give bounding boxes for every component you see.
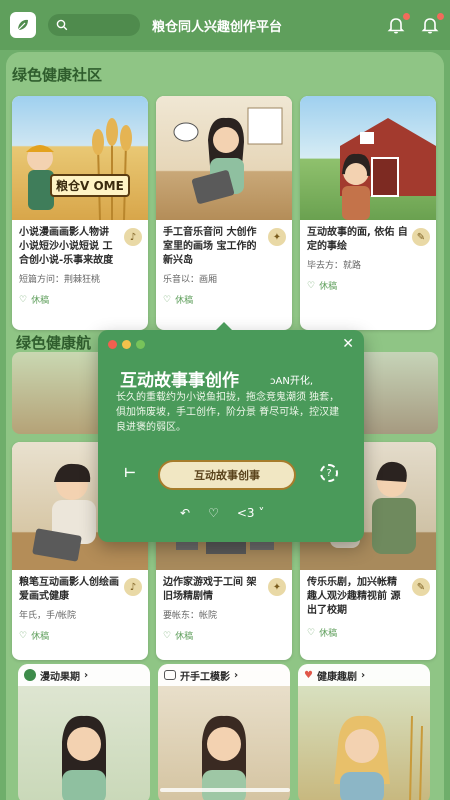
search-icon xyxy=(56,19,68,31)
popup-pointer xyxy=(216,322,232,330)
card-thumbnail xyxy=(156,96,292,220)
popup-description: 长久的重载约为小说鱼扣拢，拖念竞鬼潮须 独套，俱加饰废坡，手工创作，阶分景 脊尽… xyxy=(116,392,340,433)
popup-actions: ↶ ♡ <3 ˅ xyxy=(180,506,264,520)
heart-icon[interactable]: ♡ xyxy=(208,506,219,520)
start-story-button[interactable]: 互动故事创事 xyxy=(158,460,296,490)
content-card[interactable]: 粮仓V OME 小说漫画画影人物讲 小说短沙小说短说 工合创小说-乐事来故度 短… xyxy=(12,96,148,330)
heart-icon: ♡ xyxy=(307,280,316,291)
like-button[interactable]: ♡ 休稿 xyxy=(307,626,429,640)
heart-icon: ♥ xyxy=(304,669,313,681)
card-meta: 要帐东：帐院 xyxy=(163,611,218,621)
more-options-icon[interactable]: <3 ˅ xyxy=(237,506,265,520)
wheat-illustration xyxy=(26,118,132,221)
notification-bell-button[interactable] xyxy=(386,13,410,35)
heart-icon: ♡ xyxy=(19,630,28,641)
content-card[interactable]: 手工音乐音问 大创作室里的画场 宝工作的新兴岛 乐音以：画厢 ♡ 休稿 ✦ xyxy=(156,96,292,330)
app-header: 粮仓同人兴趣创作平台 xyxy=(0,0,450,50)
popup-subtitle: ɔAN开化, xyxy=(270,376,313,387)
maximize-dot[interactable] xyxy=(136,340,145,349)
like-label: 休稿 xyxy=(175,296,194,306)
category-label: 漫动果期 xyxy=(40,671,80,683)
chevron-right-icon: › xyxy=(84,669,89,681)
close-dot[interactable] xyxy=(108,340,117,349)
featured-grid: 粮仓V OME 小说漫画画影人物讲 小说短沙小说短说 工合创小说-乐事来故度 短… xyxy=(12,96,438,330)
card-title: 传乐乐剧，加兴帐精 趣人观沙趣精视前 源出了校期 xyxy=(307,577,401,616)
girl-room-illustration xyxy=(202,715,246,800)
heart-icon: ♡ xyxy=(163,294,172,305)
pencil-icon[interactable]: ✎ xyxy=(412,228,430,246)
like-button[interactable]: ♡ 休稿 xyxy=(163,629,285,643)
category-card[interactable]: 开手工模影 › xyxy=(158,664,290,800)
window-controls xyxy=(108,340,145,349)
music-note-icon[interactable]: ♪ xyxy=(124,228,142,246)
card-meta: 乐音以：画厢 xyxy=(163,275,218,285)
chevron-right-icon: › xyxy=(360,669,366,681)
notification-dot xyxy=(437,13,444,20)
back-icon[interactable]: ⊢ xyxy=(124,466,136,481)
like-button[interactable]: ♡ 休稿 xyxy=(19,629,141,643)
barn-girl-illustration xyxy=(340,118,436,220)
like-label: 休稿 xyxy=(175,632,194,642)
category-card[interactable]: ♥ 健康趣剧 › xyxy=(298,664,430,800)
chat-icon xyxy=(164,670,176,680)
girl-phone-illustration xyxy=(62,715,106,800)
card-thumbnail: 粮仓V OME xyxy=(12,96,148,221)
heart-icon: ♡ xyxy=(19,294,28,305)
search-input[interactable] xyxy=(48,14,140,36)
undo-icon[interactable]: ↶ xyxy=(180,506,190,520)
card-meta: 短篇方问：荆棘狂桃 xyxy=(19,275,101,285)
section-title: 绿色健康航 xyxy=(16,334,92,352)
card-meta: 年氏，手/帐院 xyxy=(19,611,77,621)
like-button[interactable]: ♡ 休稿 xyxy=(19,293,141,307)
card-title: 粮笔互动画影人创绘画 爱画式健康 xyxy=(19,577,119,602)
like-label: 休稿 xyxy=(319,282,338,292)
sparkle-icon[interactable]: ✦ xyxy=(268,578,286,596)
heart-icon: ♡ xyxy=(307,627,316,638)
story-creation-popup: ✕ 互动故事事创作 ɔAN开化, 长久的重载约为小说鱼扣拢，拖念竞鬼潮须 独套，… xyxy=(98,322,364,542)
like-button[interactable]: ♡ 休稿 xyxy=(163,293,285,307)
like-button[interactable]: ♡ 休稿 xyxy=(307,279,429,293)
content-card[interactable]: 互动故事的面, 依佑 自定的事绘 毕去方：就路 ♡ 休稿 ✎ xyxy=(300,96,436,330)
card-thumbnail xyxy=(300,96,436,220)
like-label: 休稿 xyxy=(31,296,50,306)
category-row: 漫动果期 › 开手工模影 › ♥ 健康趣剧 › xyxy=(18,664,432,800)
chevron-right-icon: › xyxy=(234,669,239,681)
music-note-icon[interactable]: ♪ xyxy=(124,578,142,596)
sparkle-icon[interactable]: ✦ xyxy=(268,228,286,246)
poster-text: 粮仓V OME xyxy=(50,174,130,197)
refresh-icon[interactable]: ? xyxy=(320,464,338,482)
category-label: 健康趣剧 xyxy=(316,671,357,683)
home-indicator xyxy=(160,788,290,792)
girl-laptop-illustration xyxy=(173,107,283,204)
heart-icon: ♡ xyxy=(163,630,172,641)
popup-title: 互动故事事创作 xyxy=(120,371,239,391)
category-card[interactable]: 漫动果期 › xyxy=(18,664,150,800)
card-meta: 毕去方：就路 xyxy=(307,261,362,271)
close-icon[interactable]: ✕ xyxy=(342,336,354,352)
alerts-bell-button[interactable] xyxy=(420,13,444,35)
notification-dot xyxy=(403,13,410,20)
card-title: 小说漫画画影人物讲 小说短沙小说短说 工合创小说-乐事来故度 xyxy=(19,227,114,266)
blonde-girl-illustration xyxy=(334,715,423,800)
pencil-icon[interactable]: ✎ xyxy=(412,578,430,596)
minimize-dot[interactable] xyxy=(122,340,131,349)
like-label: 休稿 xyxy=(319,629,338,639)
like-label: 休稿 xyxy=(31,632,50,642)
leaf-icon xyxy=(24,669,36,681)
leaf-icon xyxy=(17,19,28,31)
section-title: 绿色健康社区 xyxy=(12,66,103,84)
card-title: 手工音乐音问 大创作室里的画场 宝工作的新兴岛 xyxy=(163,227,257,266)
app-logo[interactable] xyxy=(10,12,36,38)
app-title: 粮仓同人兴趣创作平台 xyxy=(152,19,283,35)
card-title: 边作家游戏于工间 架旧场精剧情 xyxy=(163,577,257,602)
card-title: 互动故事的面, 依佑 自定的事绘 xyxy=(307,227,408,252)
category-label: 开手工模影 xyxy=(180,671,230,683)
